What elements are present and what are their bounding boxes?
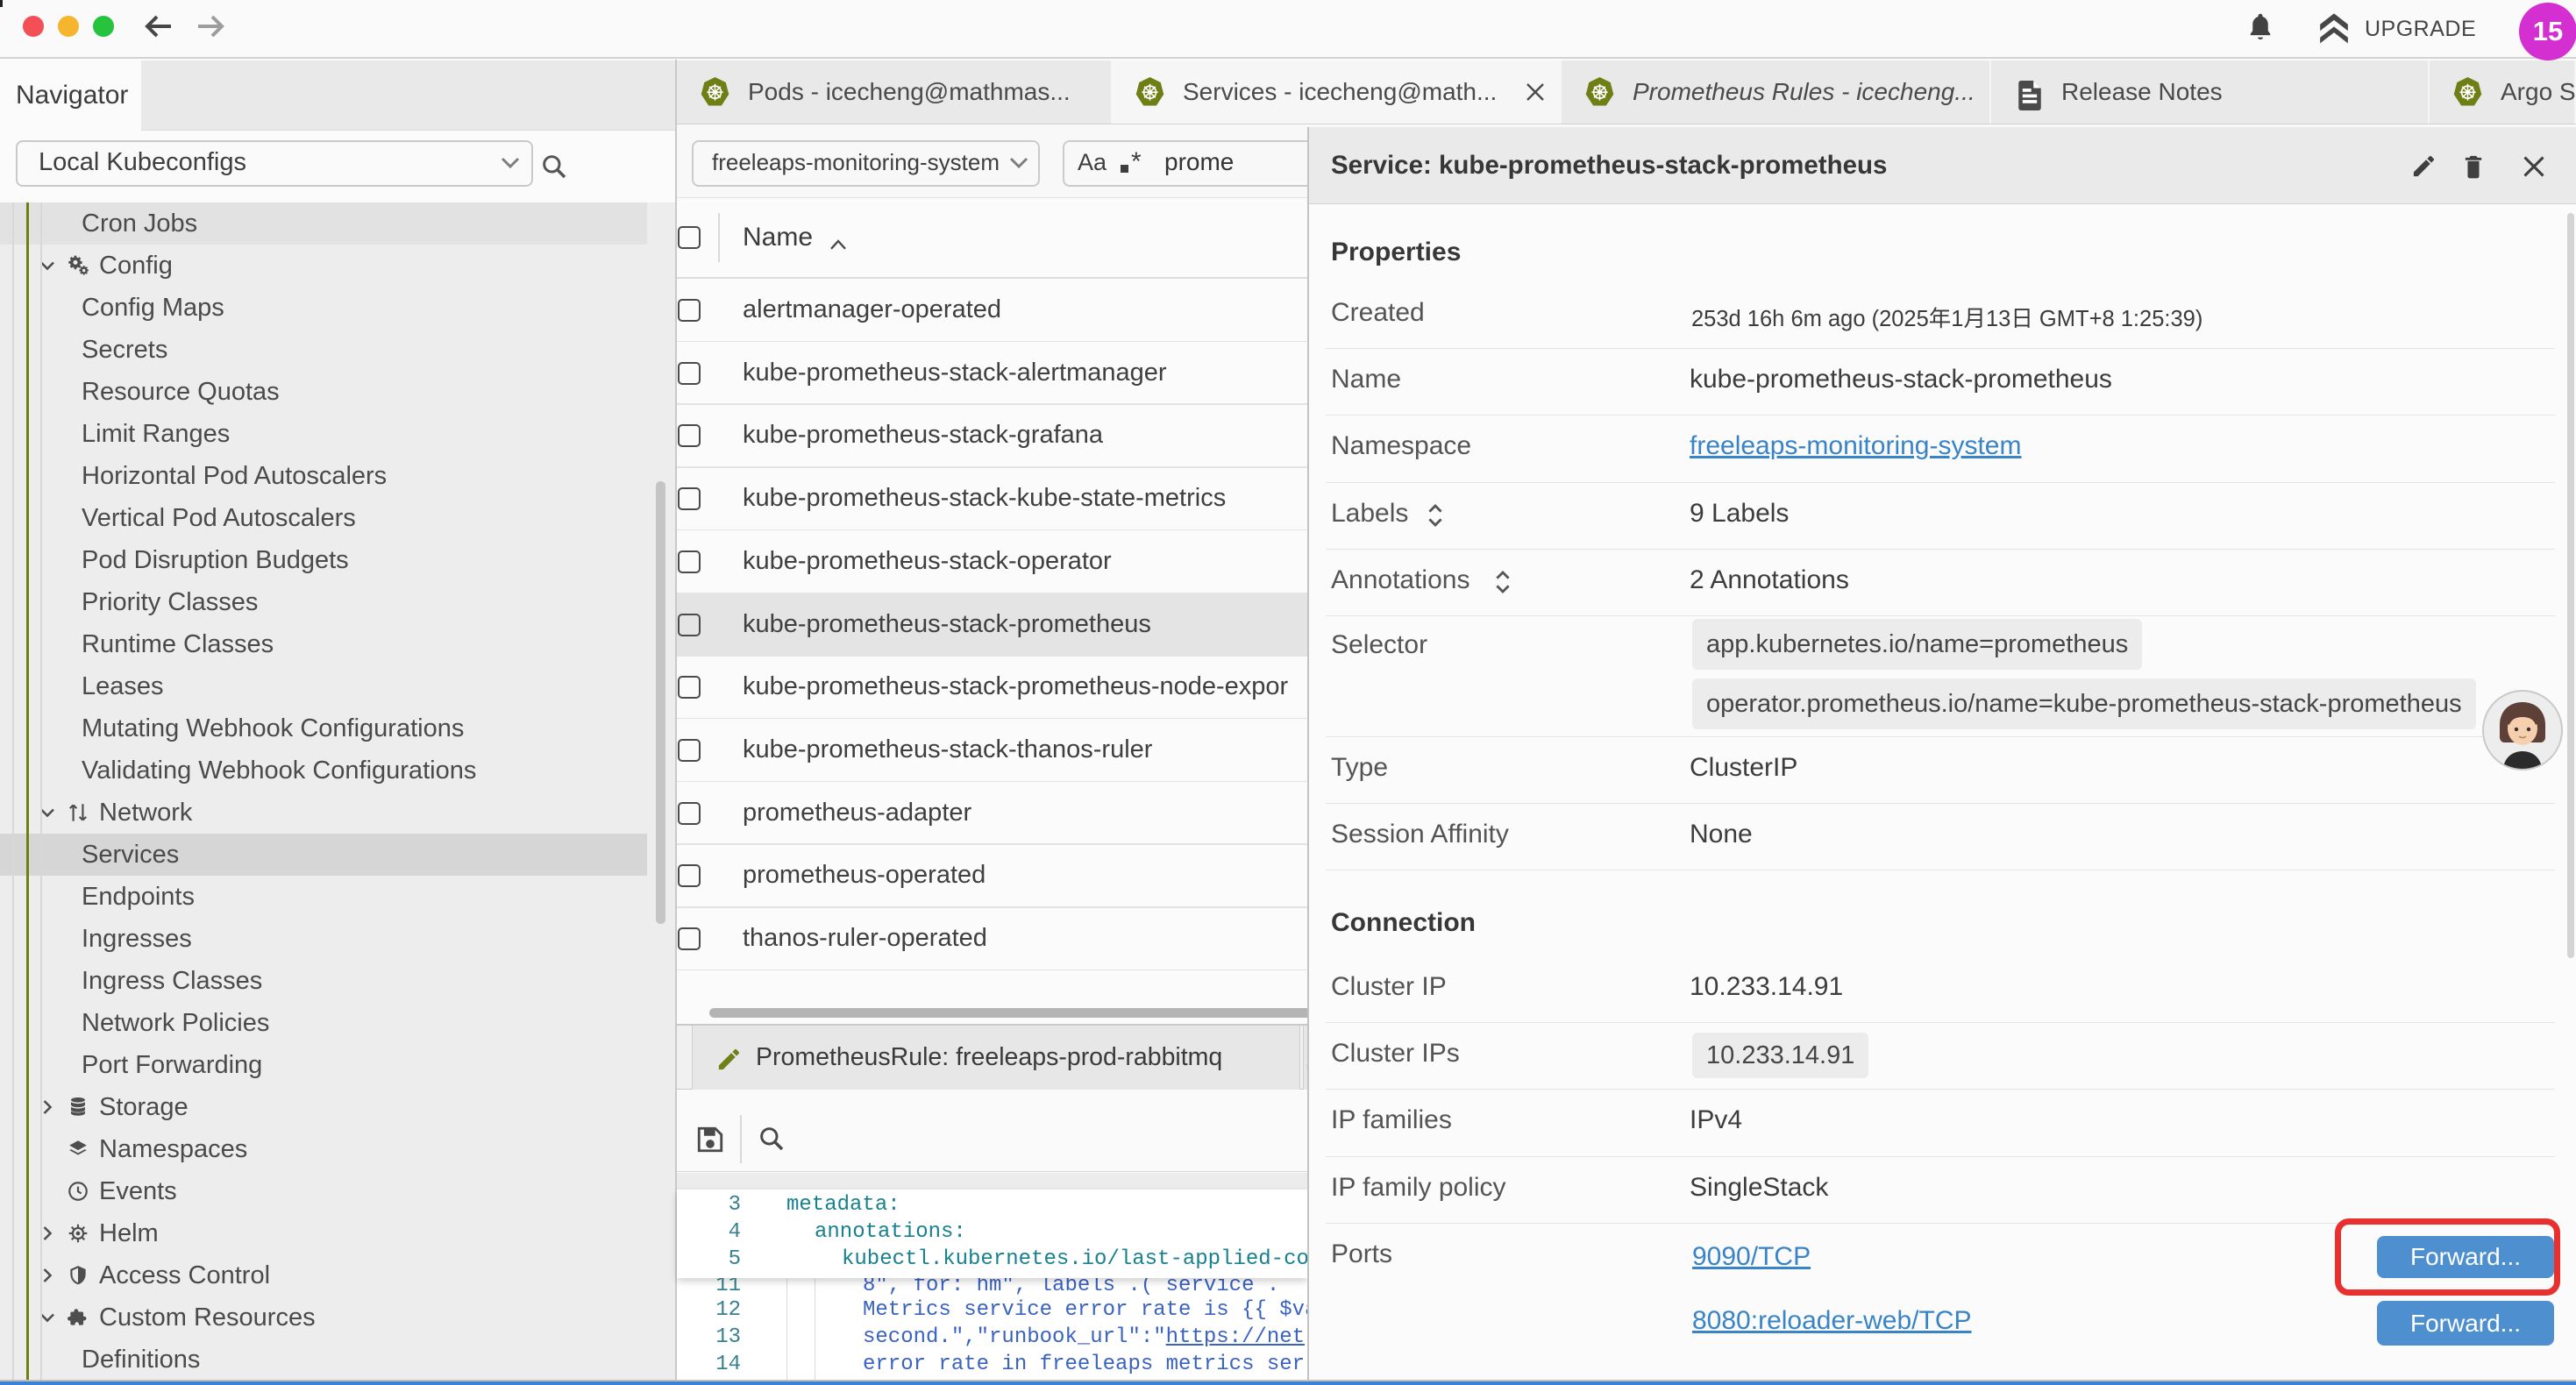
svg-text:*: * [1131, 151, 1142, 176]
